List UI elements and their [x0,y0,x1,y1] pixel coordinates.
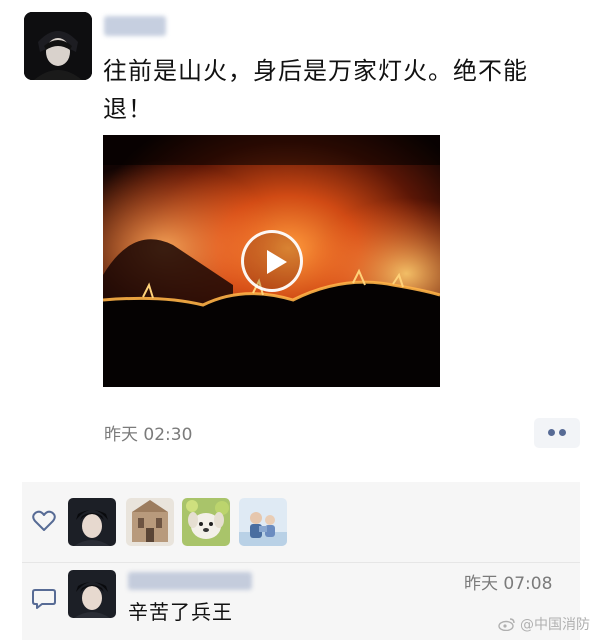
comment-bubble-icon [32,589,56,609]
liker-avatar[interactable] [68,498,116,546]
comment-timestamp: 昨天 07:08 [464,574,553,594]
poster-name-blurred[interactable] [104,16,166,36]
video-thumbnail[interactable] [103,135,440,387]
weibo-icon [498,618,515,631]
heart-outline-icon [32,510,56,531]
interaction-panel: 昨天 07:08 辛苦了兵王 [22,482,580,640]
post-timestamp: 昨天 02:30 [104,425,193,445]
play-icon[interactable] [241,230,303,292]
liker-avatar[interactable] [239,498,287,546]
comment-row[interactable]: 昨天 07:08 辛苦了兵王 [22,564,580,640]
divider [22,562,580,563]
dot-icon [548,429,555,436]
liker-avatar[interactable] [126,498,174,546]
post-text: 往前是山火，身后是万家灯火。绝不能退！ [103,57,528,123]
poster-avatar[interactable] [24,12,92,80]
dot-icon [559,429,566,436]
commenter-avatar[interactable] [68,570,116,618]
watermark-text: @中国消防 [520,617,590,633]
commenter-name-blurred[interactable] [128,572,252,590]
comment-text: 辛苦了兵王 [128,600,233,624]
more-actions-button[interactable] [534,418,580,448]
liker-avatar[interactable] [182,498,230,546]
likes-row [22,482,580,562]
watermark: @中国消防 [498,614,590,634]
